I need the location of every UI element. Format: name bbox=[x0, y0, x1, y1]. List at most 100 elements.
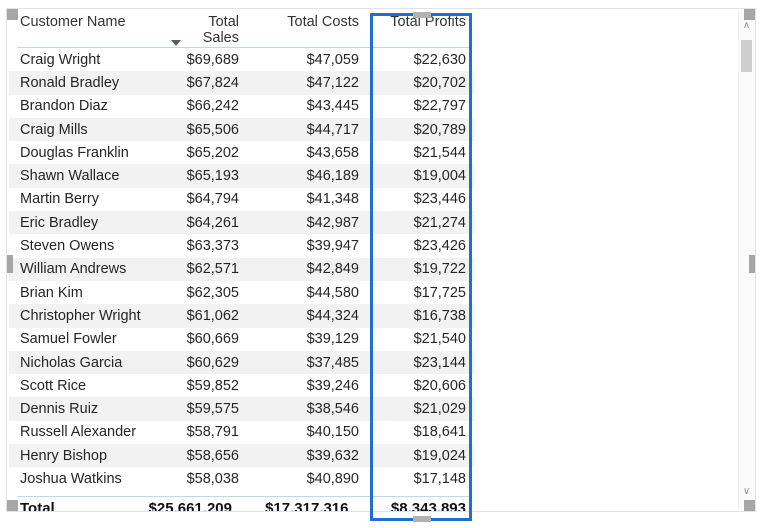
table-row[interactable]: Craig Wright $69,689 $47,059 $22,630 bbox=[9, 48, 475, 72]
table-row[interactable]: Eric Bradley $64,261 $42,987 $21,274 bbox=[9, 211, 475, 235]
table-row[interactable]: Joshua Watkins $58,038 $40,890 $17,148 bbox=[9, 467, 475, 491]
cell-costs: $42,849 bbox=[249, 257, 369, 281]
cell-sales: $58,038 bbox=[161, 467, 249, 491]
cell-sales: $66,242 bbox=[161, 94, 249, 118]
table-body-viewport[interactable]: Craig Wright $69,689 $47,059 $22,630 Ronald … bbox=[7, 48, 477, 496]
cell-profit: $21,274 bbox=[369, 211, 475, 235]
resize-handle-top-left[interactable] bbox=[7, 9, 18, 20]
cell-name: Dennis Ruiz bbox=[9, 397, 161, 421]
total-label: Total bbox=[20, 499, 55, 512]
table-row[interactable]: Martin Berry $64,794 $41,348 $23,446 bbox=[9, 187, 475, 212]
table-row[interactable]: Scott Rice $59,852 $39,246 $20,606 bbox=[9, 374, 475, 398]
cell-name: Joshua Watkins bbox=[9, 467, 161, 491]
cell-name: Scott Rice bbox=[9, 374, 161, 398]
cell-profit: $17,148 bbox=[369, 467, 475, 491]
resize-handle-middle-right[interactable] bbox=[749, 255, 755, 273]
total-row: Total $25,661,209 $17,317,316 $8,343,893 bbox=[9, 497, 475, 511]
cell-name: Brandon Diaz bbox=[9, 94, 161, 118]
table-row[interactable]: Christopher Wright $61,062 $44,324 $16,738 bbox=[9, 304, 475, 328]
table-row[interactable]: Brian Kim $62,305 $44,580 $17,725 bbox=[9, 280, 475, 305]
cell-profit: $22,797 bbox=[369, 94, 475, 118]
cell-sales: $59,852 bbox=[161, 374, 249, 398]
table-row[interactable]: Steven Owens $63,373 $39,947 $23,426 bbox=[9, 234, 475, 258]
cell-costs: $39,246 bbox=[249, 374, 369, 398]
cell-profit: $23,144 bbox=[369, 350, 475, 375]
resize-handle-bottom-right[interactable] bbox=[744, 500, 755, 511]
cell-profit: $19,722 bbox=[369, 257, 475, 281]
sort-descending-icon[interactable] bbox=[171, 40, 181, 46]
scrollbar-thumb[interactable] bbox=[741, 40, 752, 72]
cell-sales: $58,791 bbox=[161, 420, 249, 445]
cell-costs: $41,348 bbox=[249, 187, 369, 212]
column-header-total-sales[interactable]: Total Sales bbox=[161, 9, 249, 48]
cell-sales: $63,373 bbox=[161, 234, 249, 258]
cell-name: Eric Bradley bbox=[9, 211, 161, 235]
table-row[interactable]: Douglas Franklin $65,202 $43,658 $21,544 bbox=[9, 141, 475, 165]
column-header-customer-name[interactable]: Customer Name bbox=[9, 9, 161, 48]
cell-profit: $20,702 bbox=[369, 71, 475, 95]
cell-name: Samuel Fowler bbox=[9, 327, 161, 351]
scroll-down-icon[interactable]: ∨ bbox=[739, 484, 754, 500]
cell-profit: $20,789 bbox=[369, 117, 475, 142]
cell-profit: $23,446 bbox=[369, 187, 475, 212]
cell-costs: $40,890 bbox=[249, 467, 369, 491]
table-row[interactable]: Brandon Diaz $66,242 $43,445 $22,797 bbox=[9, 94, 475, 118]
cell-profit: $23,426 bbox=[369, 234, 475, 258]
cell-costs: $39,129 bbox=[249, 327, 369, 351]
matrix-table[interactable]: Customer Name Total Sales Total Costs To… bbox=[7, 9, 477, 511]
table-row[interactable]: Ronald Bradley $67,824 $47,122 $20,702 bbox=[9, 71, 475, 95]
total-total-costs: $17,317,316 bbox=[265, 499, 349, 512]
cell-name: Russell Alexander bbox=[9, 420, 161, 445]
cell-name: Douglas Franklin bbox=[9, 141, 161, 165]
cell-sales: $64,794 bbox=[161, 187, 249, 212]
column-header-total-profits[interactable]: Total Profits bbox=[369, 9, 475, 48]
resize-handle-bottom-left[interactable] bbox=[7, 500, 18, 511]
cell-name: Brian Kim bbox=[9, 280, 161, 305]
cell-sales: $60,629 bbox=[161, 350, 249, 375]
cell-costs: $37,485 bbox=[249, 350, 369, 375]
resize-handle-middle-left[interactable] bbox=[7, 255, 13, 273]
cell-costs: $38,546 bbox=[249, 397, 369, 421]
cell-sales: $65,202 bbox=[161, 141, 249, 165]
cell-profit: $21,544 bbox=[369, 141, 475, 165]
cell-name: Martin Berry bbox=[9, 187, 161, 212]
cell-sales: $64,261 bbox=[161, 211, 249, 235]
cell-costs: $39,632 bbox=[249, 444, 369, 468]
table-row[interactable]: Russell Alexander $58,791 $40,150 $18,641 bbox=[9, 420, 475, 445]
cell-costs: $39,947 bbox=[249, 234, 369, 258]
table-row[interactable]: Shawn Wallace $65,193 $46,189 $19,004 bbox=[9, 164, 475, 188]
cell-profit: $22,630 bbox=[369, 48, 475, 72]
cell-name: Ronald Bradley bbox=[9, 71, 161, 95]
cell-name: Steven Owens bbox=[9, 234, 161, 258]
cell-profit: $19,024 bbox=[369, 444, 475, 468]
cell-costs: $44,717 bbox=[249, 117, 369, 142]
cell-name: Christopher Wright bbox=[9, 304, 161, 328]
cell-sales: $61,062 bbox=[161, 304, 249, 328]
table-row[interactable]: Nicholas Garcia $60,629 $37,485 $23,144 bbox=[9, 350, 475, 375]
highlight-handle-bottom[interactable] bbox=[413, 516, 431, 522]
resize-handle-top-right[interactable] bbox=[744, 9, 755, 20]
cell-profit: $17,725 bbox=[369, 280, 475, 305]
table-visual-container[interactable]: ∧ ∨ Customer Name Total Sales Total Cost… bbox=[6, 8, 756, 522]
cell-costs: $44,324 bbox=[249, 304, 369, 328]
cell-costs: $44,580 bbox=[249, 280, 369, 305]
cell-sales: $65,193 bbox=[161, 164, 249, 188]
table-row[interactable]: Henry Bishop $58,656 $39,632 $19,024 bbox=[9, 444, 475, 468]
header-row: Customer Name Total Sales Total Costs To… bbox=[9, 9, 475, 48]
table-row[interactable]: Samuel Fowler $60,669 $39,129 $21,540 bbox=[9, 327, 475, 351]
column-header-total-costs[interactable]: Total Costs bbox=[249, 9, 369, 48]
cell-sales: $59,575 bbox=[161, 397, 249, 421]
cell-sales: $62,305 bbox=[161, 280, 249, 305]
table-row[interactable]: Dennis Ruiz $59,575 $38,546 $21,029 bbox=[9, 397, 475, 421]
cell-profit: $21,540 bbox=[369, 327, 475, 351]
table-body-rows: Craig Wright $69,689 $47,059 $22,630 Ronald … bbox=[9, 48, 475, 491]
cell-name: Henry Bishop bbox=[9, 444, 161, 468]
cell-sales: $60,669 bbox=[161, 327, 249, 351]
cell-profit: $19,004 bbox=[369, 164, 475, 188]
table-row[interactable]: William Andrews $62,571 $42,849 $19,722 bbox=[9, 257, 475, 281]
scroll-up-icon[interactable]: ∧ bbox=[739, 18, 754, 34]
cell-costs: $47,059 bbox=[249, 48, 369, 72]
cell-name: Craig Wright bbox=[9, 48, 161, 72]
table-row[interactable]: Craig Mills $65,506 $44,717 $20,789 bbox=[9, 117, 475, 142]
cell-sales: $67,824 bbox=[161, 71, 249, 95]
